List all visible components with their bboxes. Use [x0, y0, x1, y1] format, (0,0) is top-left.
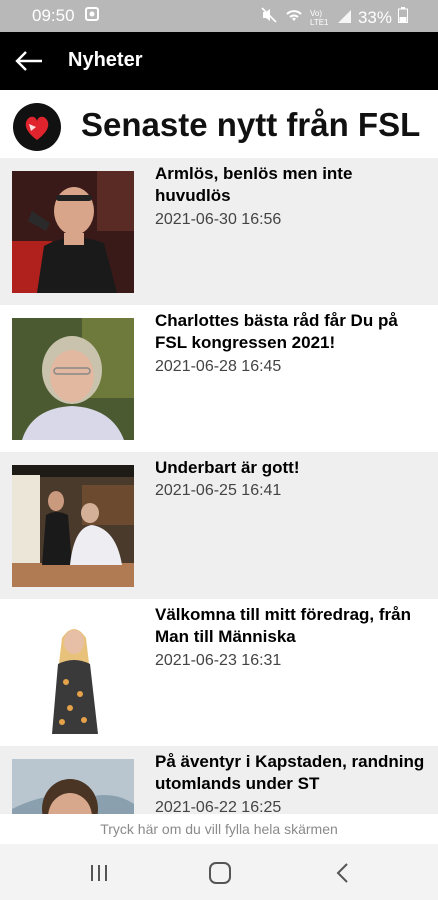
news-thumbnail — [12, 171, 134, 293]
recents-button[interactable] — [84, 858, 114, 888]
news-thumbnail — [12, 612, 134, 734]
news-list: Armlös, benlös men inte huvudlös 2021-06… — [0, 158, 438, 814]
news-thumbnail — [12, 759, 134, 814]
app-bar-title: Nyheter — [68, 49, 143, 71]
news-date: 2021-06-28 16:45 — [155, 358, 282, 375]
news-thumbnail — [12, 318, 134, 440]
news-item[interactable]: Underbart är gott! 2021-06-25 16:41 — [0, 452, 438, 599]
wifi-icon — [284, 7, 304, 28]
news-item[interactable]: Charlottes bästa råd får Du på FSL kongr… — [0, 305, 438, 452]
back-nav-icon — [328, 863, 358, 892]
app-bar: Nyheter — [0, 32, 438, 90]
news-header: Senaste nytt från FSL — [0, 90, 438, 158]
network-label: Vo) LTE1 — [309, 8, 329, 27]
back-arrow-icon — [12, 51, 46, 81]
news-title: Underbart är gott! — [155, 458, 300, 477]
news-date: 2021-06-25 16:41 — [155, 482, 282, 499]
gallery-notification-icon — [84, 6, 99, 26]
home-icon — [205, 862, 235, 892]
back-button[interactable] — [12, 45, 46, 77]
news-item[interactable]: Armlös, benlös men inte huvudlös 2021-06… — [0, 158, 438, 305]
news-date: 2021-06-23 16:31 — [155, 652, 282, 669]
battery-percent: 33% — [357, 7, 392, 27]
status-time: 09:50 — [32, 6, 75, 25]
home-button[interactable] — [205, 858, 235, 888]
fullscreen-hint[interactable]: Tryck här om du vill fylla hela skärmen — [0, 814, 438, 844]
news-date: 2021-06-22 16:25 — [155, 799, 282, 814]
news-date: 2021-06-30 16:56 — [155, 211, 282, 228]
news-thumbnail — [12, 465, 134, 587]
back-nav-button[interactable] — [328, 858, 358, 888]
system-nav-bar — [0, 844, 438, 900]
recents-icon — [84, 865, 114, 892]
status-bar: 09:50 Vo) LTE1 33% — [0, 0, 438, 32]
news-item[interactable]: På äventyr i Kapstaden, randning utomlan… — [0, 746, 438, 814]
fsl-logo-icon — [12, 102, 62, 152]
page-title: Senaste nytt från FSL — [81, 106, 421, 143]
news-title: Charlottes bästa råd får Du på FSL kongr… — [155, 311, 398, 352]
news-title: På äventyr i Kapstaden, randning utomlan… — [155, 752, 425, 793]
battery-icon — [398, 7, 408, 28]
news-title: Armlös, benlös men inte huvudlös — [155, 164, 353, 205]
mute-icon — [260, 6, 278, 29]
signal-icon — [336, 8, 352, 28]
news-item[interactable]: Välkomna till mitt föredrag, från Man ti… — [0, 599, 438, 746]
news-title: Välkomna till mitt föredrag, från Man ti… — [155, 605, 411, 646]
